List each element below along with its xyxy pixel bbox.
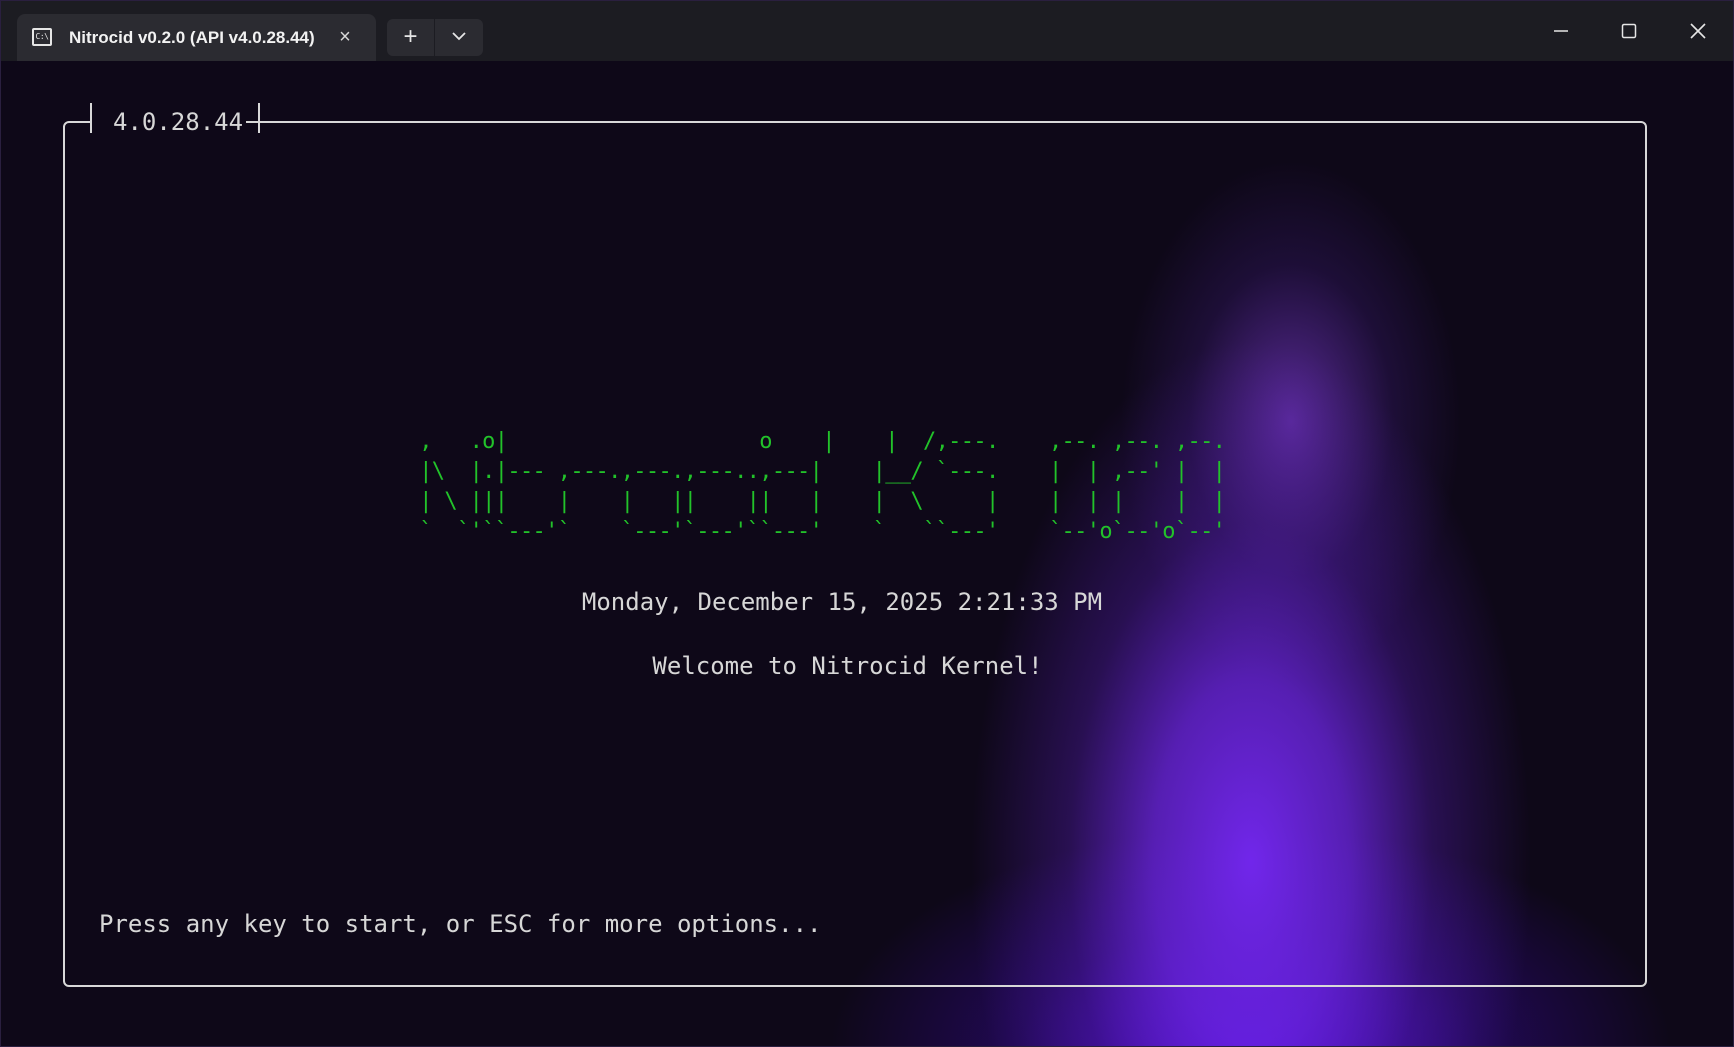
terminal-icon: C:\ xyxy=(32,28,52,46)
title-bar[interactable]: C:\ Nitrocid v0.2.0 (API v4.0.28.44) × + xyxy=(1,1,1733,61)
frame-tick-left xyxy=(90,103,92,133)
chevron-down-icon[interactable] xyxy=(435,19,483,56)
welcome-message: Welcome to Nitrocid Kernel! xyxy=(652,652,1043,680)
frame-tick-right xyxy=(258,103,260,133)
minimize-icon[interactable] xyxy=(1527,1,1595,61)
datetime-text: Monday, December 15, 2025 2:21:33 PM xyxy=(581,588,1103,616)
splash-frame xyxy=(63,103,1647,987)
terminal-window: C:\ Nitrocid v0.2.0 (API v4.0.28.44) × +… xyxy=(0,0,1734,1047)
terminal-area[interactable]: 4.0.28.44 , .o| o | | /,---. ,--. ,--. ,… xyxy=(1,61,1733,1046)
close-icon[interactable] xyxy=(1664,1,1732,61)
start-prompt: Press any key to start, or ESC for more … xyxy=(99,910,822,938)
new-tab-group: + xyxy=(387,19,483,56)
plus-icon[interactable]: + xyxy=(387,19,435,56)
close-icon[interactable]: × xyxy=(333,25,357,49)
tab-nitrocid[interactable]: C:\ Nitrocid v0.2.0 (API v4.0.28.44) × xyxy=(17,14,376,61)
tab-title: Nitrocid v0.2.0 (API v4.0.28.44) xyxy=(69,28,315,47)
ascii-banner: , .o| o | | /,---. ,--. ,--. ,--. |\ |.|… xyxy=(419,429,1226,544)
maximize-icon[interactable] xyxy=(1595,1,1663,61)
version-label: 4.0.28.44 xyxy=(113,108,244,136)
